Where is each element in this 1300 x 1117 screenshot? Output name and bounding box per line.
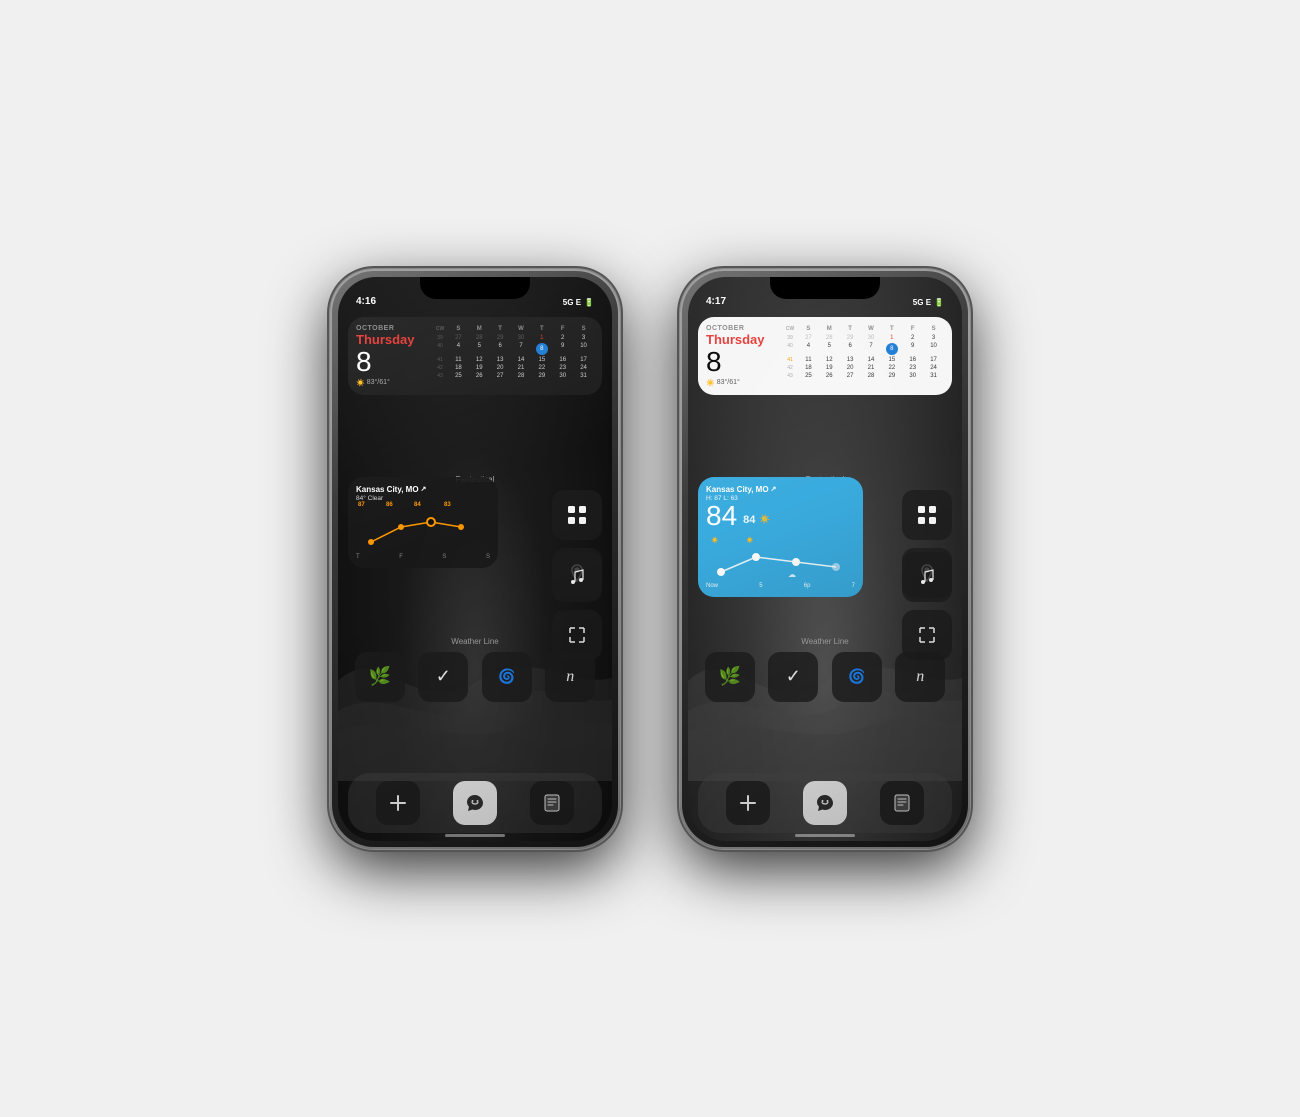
home-indicator-light	[795, 834, 855, 837]
status-right-dark: 5G E 🔋	[563, 298, 594, 307]
cal-month-dark: OCTOBER	[356, 325, 426, 332]
signal-light: 5G E	[913, 298, 931, 307]
app-leaf-dark[interactable]: 🌿	[355, 652, 405, 702]
battery-light: 🔋	[934, 298, 944, 307]
dock-light	[698, 773, 952, 833]
dock-chat-dark[interactable]	[453, 781, 497, 825]
weather-temps-dark: 87 86 84 83	[356, 502, 490, 552]
app-icon-music-dark[interactable]	[552, 552, 602, 602]
time-dark: 4:16	[356, 296, 376, 307]
app-leaf-light[interactable]: 🌿	[705, 652, 755, 702]
cal-month-light: OCTOBER	[706, 325, 776, 332]
bottom-app-icons-light: 🌿 ✓ 🌀 n	[698, 652, 952, 702]
svg-text:☁: ☁	[788, 570, 796, 579]
app-icon-grid-dark[interactable]	[552, 490, 602, 540]
weather-widget-light[interactable]: Kansas City, MO ↗ H: 87 L: 63 84 84 ☀️	[698, 477, 863, 597]
cal-weather-dark: ☀️ 83°/61°	[356, 379, 426, 387]
timeline-labels-dark: TFSS	[356, 554, 490, 560]
weather-city-light: Kansas City, MO ↗	[706, 485, 855, 494]
weather-city-dark: Kansas City, MO ↗	[356, 485, 490, 494]
dock-chat-light[interactable]	[803, 781, 847, 825]
signal-dark: 5G E	[563, 298, 581, 307]
app-n-dark[interactable]: n	[545, 652, 595, 702]
app-n-light[interactable]: n	[895, 652, 945, 702]
weather-temp-main-light: 84	[706, 502, 737, 530]
app-swirl-light[interactable]: 🌀	[832, 652, 882, 702]
app-icon-music-light[interactable]	[902, 552, 952, 602]
phone-light: 4:17 5G E 🔋 OCTOBER Thursday 8 ☀️ 83°/61…	[680, 269, 970, 849]
phone-dark: 4:16 5G E 🔋 OCTOBER Thursday 8 ☀️ 83°/61…	[330, 269, 620, 849]
notch-dark	[420, 277, 530, 299]
home-indicator-dark	[445, 834, 505, 837]
weather-label-dark: Weather Line	[338, 637, 612, 646]
cal-weather-light: ☀️ 83°/61°	[706, 379, 776, 387]
bottom-app-icons-dark: 🌿 ✓ 🌀 n	[348, 652, 602, 702]
dock-plus-light[interactable]	[726, 781, 770, 825]
cal-day-num-light: 8	[706, 348, 776, 376]
app-check-dark[interactable]: ✓	[418, 652, 468, 702]
weather-widget-dark[interactable]: Kansas City, MO ↗ 84° Clear 87 86 84	[348, 477, 498, 568]
weather-desc-dark: 84° Clear	[356, 495, 490, 502]
notch-light	[770, 277, 880, 299]
weather-time-labels-light: Now56p7	[706, 583, 855, 589]
dock-notes-dark[interactable]	[530, 781, 574, 825]
app-check-light[interactable]: ✓	[768, 652, 818, 702]
dock-dark	[348, 773, 602, 833]
phone-screen-light: 4:17 5G E 🔋 OCTOBER Thursday 8 ☀️ 83°/61…	[688, 277, 962, 841]
status-right-light: 5G E 🔋	[913, 298, 944, 307]
cal-day-name-light: Thursday	[706, 332, 776, 347]
weather-label-light: Weather Line	[688, 637, 962, 646]
calendar-widget-light[interactable]: OCTOBER Thursday 8 ☀️ 83°/61° CW S M	[698, 317, 952, 395]
calendar-widget-dark[interactable]: OCTOBER Thursday 8 ☀️ 83°/61° CW S M	[348, 317, 602, 395]
cal-day-name-dark: Thursday	[356, 332, 426, 347]
cal-day-num-dark: 8	[356, 348, 426, 376]
dock-plus-dark[interactable]	[376, 781, 420, 825]
app-swirl-dark[interactable]: 🌀	[482, 652, 532, 702]
app-icon-grid-light[interactable]	[902, 490, 952, 540]
battery-dark: 🔋	[584, 298, 594, 307]
phone-screen-dark: 4:16 5G E 🔋 OCTOBER Thursday 8 ☀️ 83°/61…	[338, 277, 612, 841]
dock-notes-light[interactable]	[880, 781, 924, 825]
time-light: 4:17	[706, 296, 726, 307]
phones-container: 4:16 5G E 🔋 OCTOBER Thursday 8 ☀️ 83°/61…	[330, 269, 970, 849]
